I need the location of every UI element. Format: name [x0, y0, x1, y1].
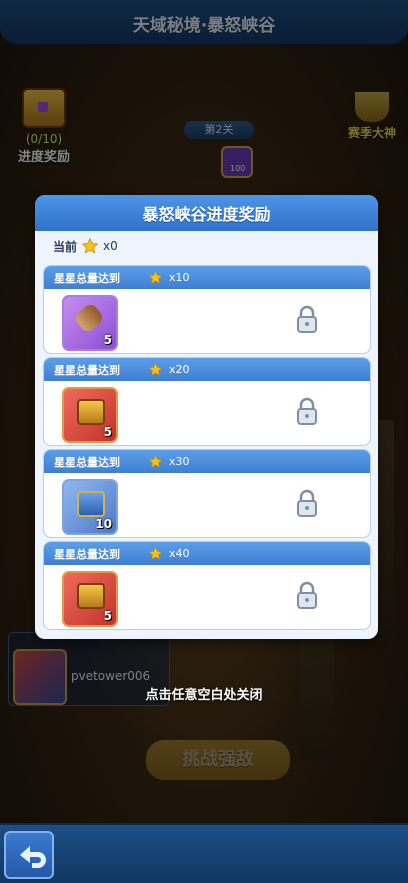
modal-title: 暴怒峡谷进度奖励	[142, 205, 271, 224]
current-stars: 当前 x0	[53, 235, 118, 257]
star-icon	[81, 237, 99, 255]
reward-label: 星星总量达到	[54, 271, 120, 285]
item-count: 5	[103, 609, 112, 623]
reward-header: 星星总量达到 x10	[44, 266, 370, 289]
reward-multiplier: x10	[169, 271, 190, 284]
reward-row: 星星总量达到 x10 5	[43, 265, 371, 354]
lock-icon	[296, 580, 318, 610]
back-button[interactable]	[4, 831, 54, 879]
reward-header: 星星总量达到 x40	[44, 542, 370, 565]
chest-icon	[77, 583, 105, 609]
reward-row: 星星总量达到 x30 10	[43, 449, 371, 538]
chest-icon	[77, 399, 105, 425]
reward-label: 星星总量达到	[54, 547, 120, 561]
lock-icon	[296, 304, 318, 334]
current-multiplier: x0	[103, 239, 118, 253]
modal-header: 暴怒峡谷进度奖励	[35, 195, 378, 231]
item-count: 5	[103, 333, 112, 347]
reward-multiplier: x40	[169, 547, 190, 560]
scroll-icon	[72, 301, 106, 335]
current-label: 当前	[53, 239, 78, 254]
reward-row: 星星总量达到 x40 5	[43, 541, 371, 630]
reward-multiplier: x20	[169, 363, 190, 376]
star-icon	[148, 362, 163, 377]
reward-row: 星星总量达到 x20 5	[43, 357, 371, 446]
star-icon	[148, 270, 163, 285]
star-icon	[148, 454, 163, 469]
reward-header: 星星总量达到 x30	[44, 450, 370, 473]
item-count: 5	[103, 425, 112, 439]
star-icon	[148, 546, 163, 561]
close-hint: 点击任意空白处关闭	[145, 688, 263, 703]
reward-item-red-chest[interactable]: 5	[62, 387, 118, 443]
reward-item-scroll[interactable]: 5	[62, 295, 118, 351]
lock-icon	[296, 488, 318, 518]
reward-item-blue-chest[interactable]: 10	[62, 479, 118, 535]
reward-header: 星星总量达到 x20	[44, 358, 370, 381]
progress-reward-modal: 暴怒峡谷进度奖励 当前 x0 星星总量达到 x10 5 星星总量达到 x20 5…	[35, 195, 378, 639]
back-arrow-icon	[20, 846, 46, 868]
item-count: 10	[95, 517, 112, 531]
reward-label: 星星总量达到	[54, 455, 120, 469]
reward-label: 星星总量达到	[54, 363, 120, 377]
chest-icon	[77, 491, 105, 517]
reward-item-red-chest[interactable]: 5	[62, 571, 118, 627]
footer-bar	[0, 823, 408, 883]
lock-icon	[296, 396, 318, 426]
reward-multiplier: x30	[169, 455, 190, 468]
